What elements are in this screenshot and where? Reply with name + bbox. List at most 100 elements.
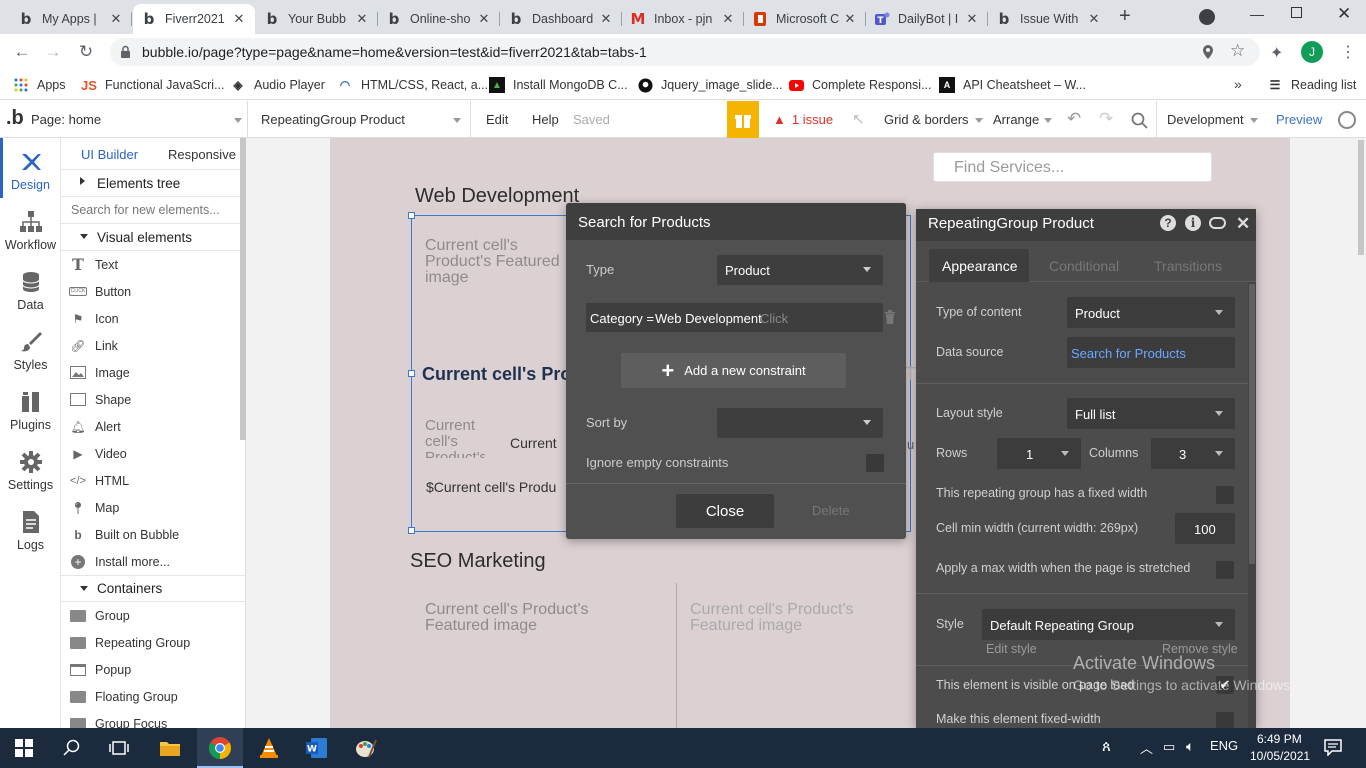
tab-transitions[interactable]: Transitions — [1154, 258, 1222, 274]
tab-conditional[interactable]: Conditional — [1049, 258, 1119, 274]
find-services-input[interactable]: Find Services... — [933, 152, 1212, 182]
notifications-icon[interactable] — [1324, 739, 1342, 756]
data-source-field[interactable]: Search for Products — [1067, 337, 1235, 368]
forward-icon[interactable]: → — [42, 41, 64, 63]
max-width-checkbox[interactable] — [1216, 561, 1234, 579]
sidebar-item-logs[interactable]: Logs — [0, 510, 61, 552]
browser-tab[interactable]: b Your Bubb ✕ — [256, 4, 378, 34]
type-of-content-dropdown[interactable]: Product — [1067, 297, 1235, 328]
element-alert[interactable]: 🔔︎ Alert — [61, 413, 245, 440]
profile-avatar[interactable]: J — [1301, 41, 1323, 63]
columns-dropdown[interactable]: 3 — [1151, 438, 1235, 469]
environment-selector[interactable]: Development — [1156, 101, 1264, 138]
trash-icon[interactable] — [884, 310, 896, 324]
element-repeating-group[interactable]: Repeating Group — [61, 629, 245, 656]
constraint-row[interactable]: Category = Web Development Click — [586, 303, 883, 332]
close-button[interactable]: Close — [676, 494, 774, 528]
bookmark-item[interactable]: A API Cheatsheet – W... — [939, 77, 1086, 93]
vlc-icon[interactable] — [256, 736, 282, 760]
browser-tab-active[interactable]: b Fiverr2021 ✕ — [133, 4, 255, 34]
bubble-logo-icon[interactable]: .b — [6, 107, 24, 130]
bookmark-item[interactable]: ▲ Install MongoDB C... — [489, 77, 628, 93]
ignore-empty-checkbox[interactable] — [866, 454, 884, 472]
browser-tab[interactable]: M Inbox - pjn ✕ — [622, 4, 744, 34]
redo-icon[interactable]: ↷ — [1099, 109, 1113, 129]
issues-indicator[interactable]: ▲ 1 issue — [773, 112, 833, 127]
element-install-more[interactable]: + Install more... — [61, 548, 245, 575]
cell-min-width-input[interactable]: 100 — [1175, 513, 1235, 544]
add-constraint-button[interactable]: + Add a new constraint — [621, 353, 846, 388]
volume-icon[interactable]: 🔈︎ — [1186, 738, 1194, 755]
sidebar-item-settings[interactable]: Settings — [0, 450, 61, 492]
canvas-scrollbar[interactable] — [1358, 140, 1364, 255]
close-tab-icon[interactable]: ✕ — [720, 11, 736, 27]
extensions-icon[interactable]: ✦ — [1270, 43, 1283, 63]
close-icon[interactable]: ✕ — [1236, 214, 1250, 234]
network-icon[interactable]: ▭ — [1163, 739, 1175, 755]
resize-handle[interactable] — [408, 212, 415, 219]
account-icon[interactable] — [1338, 111, 1356, 129]
element-popup[interactable]: Popup — [61, 656, 245, 683]
info-icon[interactable]: i — [1185, 215, 1201, 231]
address-bar[interactable]: bubble.io/page?type=page&name=home&versi… — [110, 38, 1260, 66]
close-window-icon[interactable]: ✕ — [1337, 4, 1351, 24]
rows-dropdown[interactable]: 1 — [997, 438, 1081, 469]
close-tab-icon[interactable]: ✕ — [476, 11, 492, 27]
element-video[interactable]: ▶ Video — [61, 440, 245, 467]
windows-start-icon[interactable] — [11, 736, 37, 760]
more-menu-icon[interactable]: ⋮ — [1340, 42, 1356, 62]
close-tab-icon[interactable]: ✕ — [108, 11, 124, 27]
back-icon[interactable]: ← — [11, 41, 33, 63]
element-link[interactable]: 🔗︎ Link — [61, 332, 245, 359]
comment-icon[interactable] — [1209, 217, 1226, 229]
element-built-on-bubble[interactable]: b Built on Bubble — [61, 521, 245, 548]
close-tab-icon[interactable]: ✕ — [964, 11, 980, 27]
sort-by-dropdown[interactable] — [717, 408, 883, 438]
help-icon[interactable]: ? — [1160, 215, 1176, 231]
chevron-up-icon[interactable]: ︿ — [1140, 738, 1153, 757]
browser-tab[interactable]: b My Apps | ✕ — [10, 4, 132, 34]
people-icon[interactable]: ጰ — [1102, 738, 1111, 755]
close-tab-icon[interactable]: ✕ — [231, 11, 247, 27]
element-floating-group[interactable]: Floating Group — [61, 683, 245, 710]
element-button[interactable]: CLICK Button — [61, 278, 245, 305]
file-explorer-icon[interactable] — [157, 736, 183, 760]
type-dropdown[interactable]: Product — [717, 255, 883, 285]
close-tab-icon[interactable]: ✕ — [354, 11, 370, 27]
page-selector[interactable]: Page: home — [24, 101, 248, 138]
preview-button[interactable]: Preview — [1276, 112, 1322, 127]
search-elements-input[interactable]: Search for new elements... — [61, 197, 245, 224]
location-icon[interactable] — [1202, 44, 1214, 60]
clock-time[interactable]: 6:49 PM — [1257, 732, 1302, 746]
element-icon[interactable]: ⚑ Icon — [61, 305, 245, 332]
delete-button[interactable]: Delete — [812, 503, 850, 518]
help-menu[interactable]: Help — [532, 112, 559, 127]
sidebar-item-workflow[interactable]: Workflow — [0, 210, 61, 252]
cursor-icon[interactable]: ↖ — [852, 110, 865, 128]
bookmark-item[interactable]: ◈ Audio Player — [230, 77, 325, 93]
tab-ui-builder[interactable]: UI Builder — [81, 147, 138, 162]
browser-tab[interactable]: b Issue With ✕ — [988, 4, 1110, 34]
bookmark-star-icon[interactable]: ☆ — [1230, 41, 1245, 61]
element-shape[interactable]: Shape — [61, 386, 245, 413]
close-tab-icon[interactable]: ✕ — [598, 11, 614, 27]
language-indicator[interactable]: ENG — [1210, 738, 1238, 753]
search-icon[interactable] — [59, 736, 85, 760]
fixed-width-checkbox[interactable] — [1216, 486, 1234, 504]
reload-icon[interactable]: ↻ — [75, 41, 97, 63]
browser-tab[interactable]: Microsoft C ✕ — [744, 4, 866, 34]
visual-elements-header[interactable]: Visual elements — [61, 224, 245, 251]
edit-menu[interactable]: Edit — [486, 112, 508, 127]
undo-icon[interactable]: ↶ — [1067, 109, 1081, 129]
style-dropdown[interactable]: Default Repeating Group — [982, 609, 1235, 640]
task-view-icon[interactable] — [106, 736, 132, 760]
element-text[interactable]: T Text — [61, 251, 245, 278]
elements-tree-toggle[interactable]: Elements tree — [61, 170, 245, 197]
tab-responsive[interactable]: Responsive — [168, 147, 236, 162]
word-icon[interactable]: W — [304, 736, 330, 760]
chrome-taskbar-item[interactable] — [197, 728, 243, 768]
new-tab-button[interactable]: + — [1119, 5, 1131, 28]
element-image[interactable]: Image — [61, 359, 245, 386]
tab-appearance[interactable]: Appearance — [929, 249, 1029, 282]
close-tab-icon[interactable]: ✕ — [1086, 11, 1102, 27]
